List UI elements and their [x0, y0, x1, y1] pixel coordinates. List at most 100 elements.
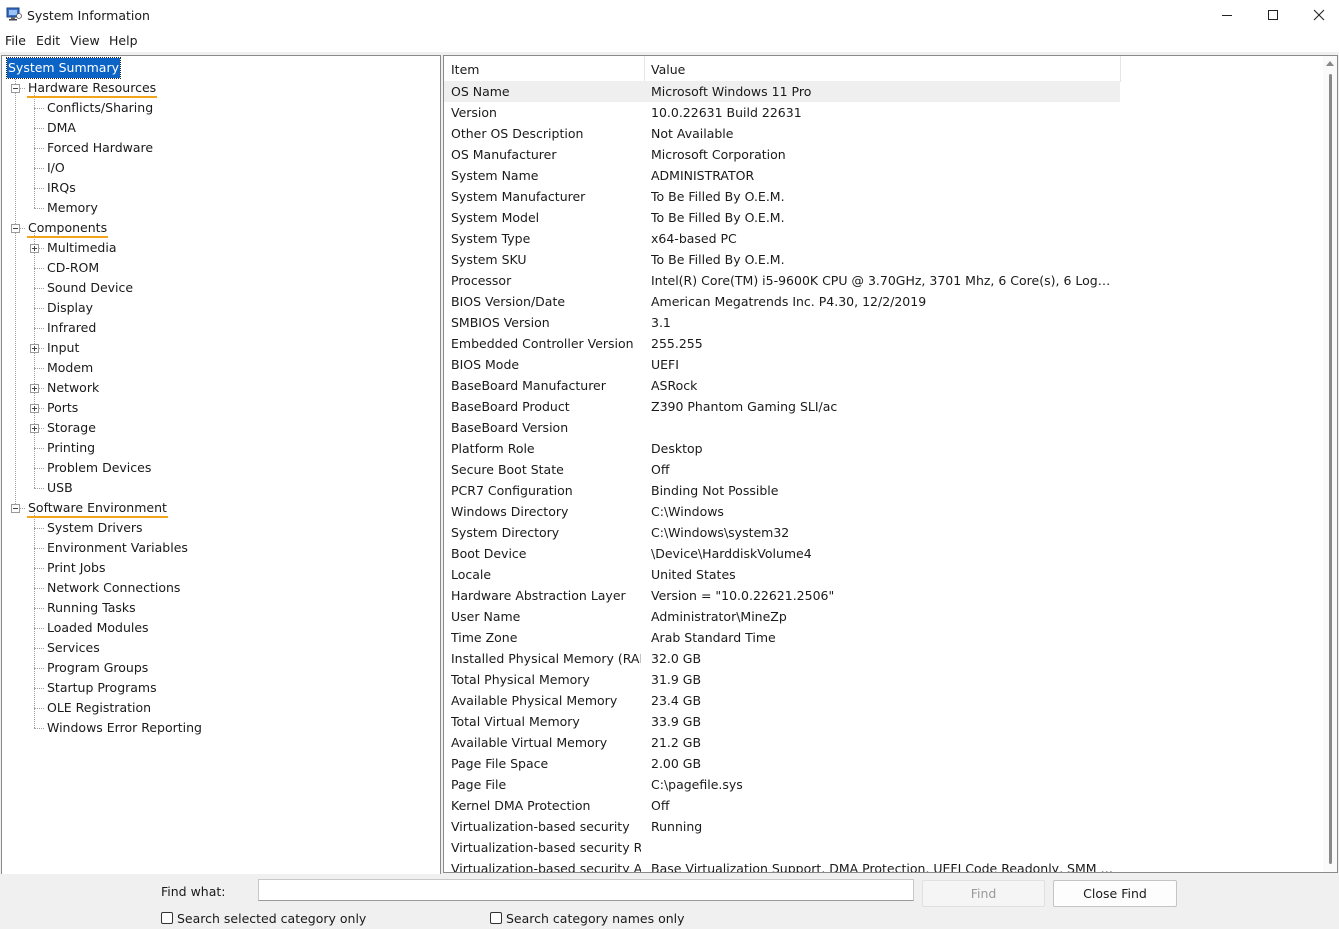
details-list[interactable]: Item Value OS Name Microsoft Windows 11 P…: [443, 55, 1338, 873]
expand-toggle-icon[interactable]: [30, 384, 39, 393]
tree-item-label[interactable]: Hardware Resources: [27, 80, 158, 98]
tree-item[interactable]: Print Jobs: [46, 558, 107, 578]
table-row[interactable]: Version 10.0.22631 Build 22631: [444, 102, 1324, 123]
minimize-button[interactable]: [1204, 0, 1250, 30]
tree-item[interactable]: Program Groups: [46, 658, 149, 678]
table-row[interactable]: System Name ADMINISTRATOR: [444, 165, 1324, 186]
tree-item-label[interactable]: Memory: [46, 198, 99, 218]
table-row[interactable]: Total Virtual Memory 33.9 GB: [444, 711, 1324, 732]
tree-item-label[interactable]: Conflicts/Sharing: [46, 98, 154, 118]
collapse-toggle-icon[interactable]: [11, 84, 20, 93]
tree-item[interactable]: Printing: [46, 438, 96, 458]
tree-item[interactable]: Storage: [46, 418, 97, 438]
tree-item-label[interactable]: Ports: [46, 398, 79, 418]
tree-item-label[interactable]: Software Environment: [27, 500, 168, 518]
tree-item-label[interactable]: DMA: [46, 118, 77, 138]
tree-item-label[interactable]: Infrared: [46, 318, 97, 338]
column-divider[interactable]: [1120, 56, 1121, 82]
tree-item-label[interactable]: I/O: [46, 158, 66, 178]
search-category-names-label[interactable]: Search category names only: [506, 912, 685, 925]
table-row[interactable]: Processor Intel(R) Core(TM) i5-9600K CPU …: [444, 270, 1324, 291]
expand-toggle-icon[interactable]: [30, 344, 39, 353]
tree-item-label[interactable]: Forced Hardware: [46, 138, 154, 158]
tree-item-label[interactable]: Environment Variables: [46, 538, 189, 558]
column-header-value[interactable]: Value: [644, 56, 1120, 82]
table-row[interactable]: Kernel DMA Protection Off: [444, 795, 1324, 816]
search-selected-category-checkbox[interactable]: [161, 912, 173, 924]
tree-item[interactable]: Ports: [46, 398, 79, 418]
table-row[interactable]: OS Name Microsoft Windows 11 Pro: [444, 81, 1120, 102]
table-row[interactable]: BIOS Mode UEFI: [444, 354, 1324, 375]
tree-item-label[interactable]: Storage: [46, 418, 97, 438]
table-row[interactable]: BaseBoard Version: [444, 417, 1324, 438]
menu-file[interactable]: File: [5, 33, 26, 48]
table-row[interactable]: Page File Space 2.00 GB: [444, 753, 1324, 774]
table-row[interactable]: System SKU To Be Filled By O.E.M.: [444, 249, 1324, 270]
tree-item-label[interactable]: Modem: [46, 358, 94, 378]
tree-item[interactable]: I/O: [46, 158, 66, 178]
tree-item-label[interactable]: Services: [46, 638, 101, 658]
tree-item-label[interactable]: USB: [46, 478, 74, 498]
tree-item-label[interactable]: System Summary: [6, 57, 121, 79]
table-row[interactable]: Windows Directory C:\Windows: [444, 501, 1324, 522]
table-row[interactable]: Embedded Controller Version 255.255: [444, 333, 1324, 354]
close-find-button[interactable]: Close Find: [1053, 880, 1177, 907]
table-row[interactable]: System Model To Be Filled By O.E.M.: [444, 207, 1324, 228]
table-row[interactable]: Other OS Description Not Available: [444, 123, 1324, 144]
table-row[interactable]: Locale United States: [444, 564, 1324, 585]
tree-item-label[interactable]: Startup Programs: [46, 678, 158, 698]
table-row[interactable]: Installed Physical Memory (RAM) 32.0 GB: [444, 648, 1324, 669]
tree-item[interactable]: Display: [46, 298, 94, 318]
tree-item-label[interactable]: IRQs: [46, 178, 77, 198]
table-row[interactable]: SMBIOS Version 3.1: [444, 312, 1324, 333]
find-button[interactable]: Find: [922, 880, 1045, 907]
tree-item-label[interactable]: Problem Devices: [46, 458, 152, 478]
table-row[interactable]: Virtualization-based security Av... Base …: [444, 858, 1324, 872]
table-row[interactable]: BaseBoard Manufacturer ASRock: [444, 375, 1324, 396]
tree-item[interactable]: Windows Error Reporting: [46, 718, 203, 738]
collapse-toggle-icon[interactable]: [11, 224, 20, 233]
menu-edit[interactable]: Edit: [36, 33, 60, 48]
table-row[interactable]: Virtualization-based security Running: [444, 816, 1324, 837]
tree-item[interactable]: Conflicts/Sharing: [46, 98, 154, 118]
tree-item[interactable]: OLE Registration: [46, 698, 152, 718]
table-row[interactable]: OS Manufacturer Microsoft Corporation: [444, 144, 1324, 165]
table-row[interactable]: Time Zone Arab Standard Time: [444, 627, 1324, 648]
tree-item[interactable]: Input: [46, 338, 80, 358]
menu-help[interactable]: Help: [109, 33, 138, 48]
tree-item[interactable]: Components: [27, 218, 109, 238]
tree-item-label[interactable]: Components: [27, 220, 109, 238]
tree-item-label[interactable]: Multimedia: [46, 238, 118, 258]
find-what-input[interactable]: [258, 879, 914, 901]
column-header-item[interactable]: Item: [444, 56, 644, 82]
table-row[interactable]: Available Virtual Memory 21.2 GB: [444, 732, 1324, 753]
tree-item[interactable]: Services: [46, 638, 101, 658]
tree-item[interactable]: Network Connections: [46, 578, 181, 598]
table-row[interactable]: Secure Boot State Off: [444, 459, 1324, 480]
tree-item-label[interactable]: Running Tasks: [46, 598, 137, 618]
tree-item[interactable]: Forced Hardware: [46, 138, 154, 158]
tree-item[interactable]: Sound Device: [46, 278, 134, 298]
scroll-up-arrow-icon[interactable]: [1326, 61, 1334, 66]
collapse-toggle-icon[interactable]: [11, 504, 20, 513]
tree-item[interactable]: System Summary: [6, 57, 121, 79]
table-row[interactable]: Page File C:\pagefile.sys: [444, 774, 1324, 795]
search-selected-category-label[interactable]: Search selected category only: [177, 912, 366, 925]
table-row[interactable]: BaseBoard Product Z390 Phantom Gaming SLI…: [444, 396, 1324, 417]
search-category-names-checkbox[interactable]: [490, 912, 502, 924]
table-row[interactable]: System Manufacturer To Be Filled By O.E.M…: [444, 186, 1324, 207]
tree-item-label[interactable]: Loaded Modules: [46, 618, 150, 638]
category-tree[interactable]: System Summary Hardware Resources Conflict…: [1, 55, 441, 875]
table-row[interactable]: Boot Device \Device\HarddiskVolume4: [444, 543, 1324, 564]
tree-item[interactable]: Hardware Resources: [27, 78, 158, 98]
tree-item[interactable]: Running Tasks: [46, 598, 137, 618]
tree-item[interactable]: Infrared: [46, 318, 97, 338]
tree-item[interactable]: Loaded Modules: [46, 618, 150, 638]
tree-item[interactable]: Modem: [46, 358, 94, 378]
tree-item-label[interactable]: Display: [46, 298, 94, 318]
tree-item-label[interactable]: Print Jobs: [46, 558, 107, 578]
menu-view[interactable]: View: [70, 33, 100, 48]
tree-item[interactable]: Environment Variables: [46, 538, 189, 558]
tree-item-label[interactable]: Program Groups: [46, 658, 149, 678]
table-row[interactable]: Total Physical Memory 31.9 GB: [444, 669, 1324, 690]
